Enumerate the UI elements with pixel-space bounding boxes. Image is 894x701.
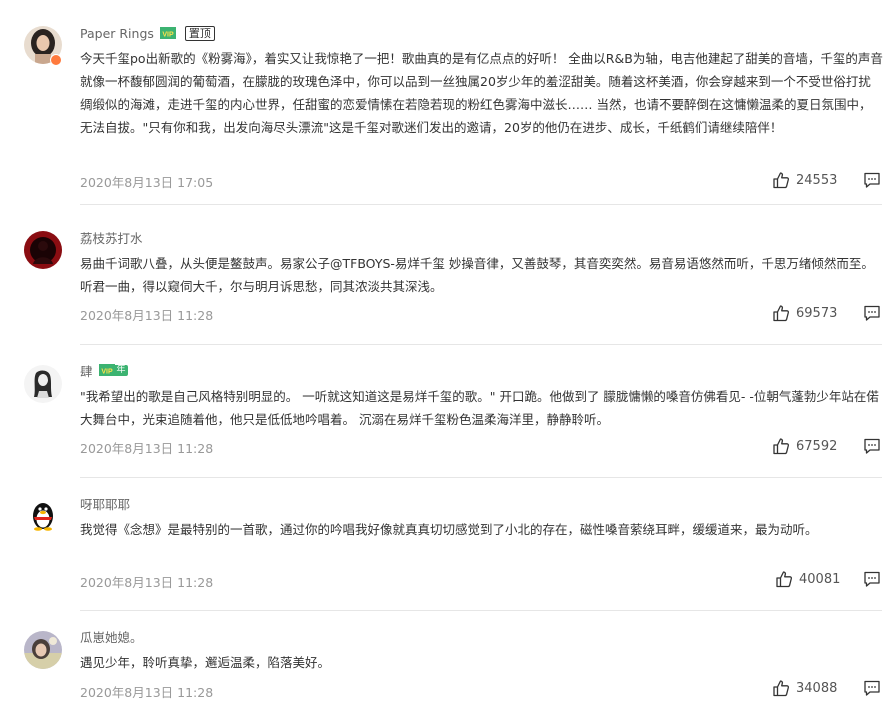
pinned-tag: 置顶 xyxy=(184,25,215,41)
username[interactable]: 瓜崽她媳。 xyxy=(80,627,143,646)
comment-divider xyxy=(80,344,882,345)
comment-header: 呀耶耶耶 xyxy=(80,494,130,512)
svg-text:VIP: VIP xyxy=(101,369,113,376)
vip-year-tag: 年 xyxy=(114,364,128,376)
username[interactable]: 肆 xyxy=(80,361,93,380)
comment-header: Paper Rings VIP 置顶 xyxy=(80,24,215,42)
comment-bubble-icon[interactable] xyxy=(863,437,881,455)
like-button[interactable]: 34088 xyxy=(772,678,837,698)
comment-bubble-icon[interactable] xyxy=(863,570,881,588)
avatar[interactable] xyxy=(24,231,62,269)
thumbs-up-icon xyxy=(772,304,790,322)
comment-bubble-icon[interactable] xyxy=(863,304,881,322)
like-button[interactable]: 24553 xyxy=(772,170,837,190)
comment-text: 我觉得《念想》是最特别的一首歌，通过你的吟唱我好像就真真切切感觉到了小北的存在，… xyxy=(80,522,818,537)
like-count: 24553 xyxy=(796,172,838,188)
comment-bubble-icon[interactable] xyxy=(863,171,881,189)
comment-divider xyxy=(80,610,882,611)
comment-header: 肆 VIP 年 xyxy=(80,361,128,379)
like-button[interactable]: 69573 xyxy=(772,303,837,323)
comment-divider xyxy=(80,477,882,478)
comment-header: 荔枝苏打水 xyxy=(80,228,143,246)
comment-header: 瓜崽她媳。 xyxy=(80,627,143,645)
comment-text: "我希望出的歌是自己风格特别明显的。 一听就这知道这是易烊千玺的歌。" 开口跪。… xyxy=(80,389,879,427)
comment-time: 2020年8月13日 11:28 xyxy=(80,575,214,590)
comment-time: 2020年8月13日 11:28 xyxy=(80,441,214,456)
like-count: 40081 xyxy=(799,571,841,587)
comment-time: 2020年8月13日 11:28 xyxy=(80,685,214,700)
vip-badge-icon[interactable]: VIP xyxy=(158,26,178,40)
thumbs-up-icon xyxy=(772,437,790,455)
thumbs-up-icon xyxy=(772,679,790,697)
like-button[interactable]: 67592 xyxy=(772,436,837,456)
svg-text:VIP: VIP xyxy=(162,32,174,39)
avatar[interactable] xyxy=(24,631,62,669)
comment-divider xyxy=(80,204,882,205)
verified-badge-icon xyxy=(50,54,62,66)
username[interactable]: 呀耶耶耶 xyxy=(80,494,130,513)
comment-time: 2020年8月13日 11:28 xyxy=(80,308,214,323)
comment-text: 今天千玺po出新歌的《粉雾海》，着实又让我惊艳了一把！歌曲真的是有亿点点的好听！… xyxy=(80,51,883,135)
comment-text: 易曲千词歌八叠，从头便是鳌鼓声。易家公子@TFBOYS-易烊千玺 妙操音律，又善… xyxy=(80,256,874,294)
username[interactable]: 荔枝苏打水 xyxy=(80,228,143,247)
like-count: 67592 xyxy=(796,438,838,454)
thumbs-up-icon xyxy=(775,570,793,588)
avatar[interactable] xyxy=(24,497,62,535)
like-count: 69573 xyxy=(796,305,838,321)
comment-bubble-icon[interactable] xyxy=(863,679,881,697)
username[interactable]: Paper Rings xyxy=(80,26,154,41)
comment-time: 2020年8月13日 17:05 xyxy=(80,175,214,190)
like-count: 34088 xyxy=(796,680,838,696)
avatar[interactable] xyxy=(24,365,62,403)
thumbs-up-icon xyxy=(772,171,790,189)
like-button[interactable]: 40081 xyxy=(775,569,840,589)
comment-text: 遇见少年，聆听真挚，邂逅温柔，陷落美好。 xyxy=(80,655,331,670)
vip-badge-icon[interactable]: VIP 年 xyxy=(97,363,128,377)
